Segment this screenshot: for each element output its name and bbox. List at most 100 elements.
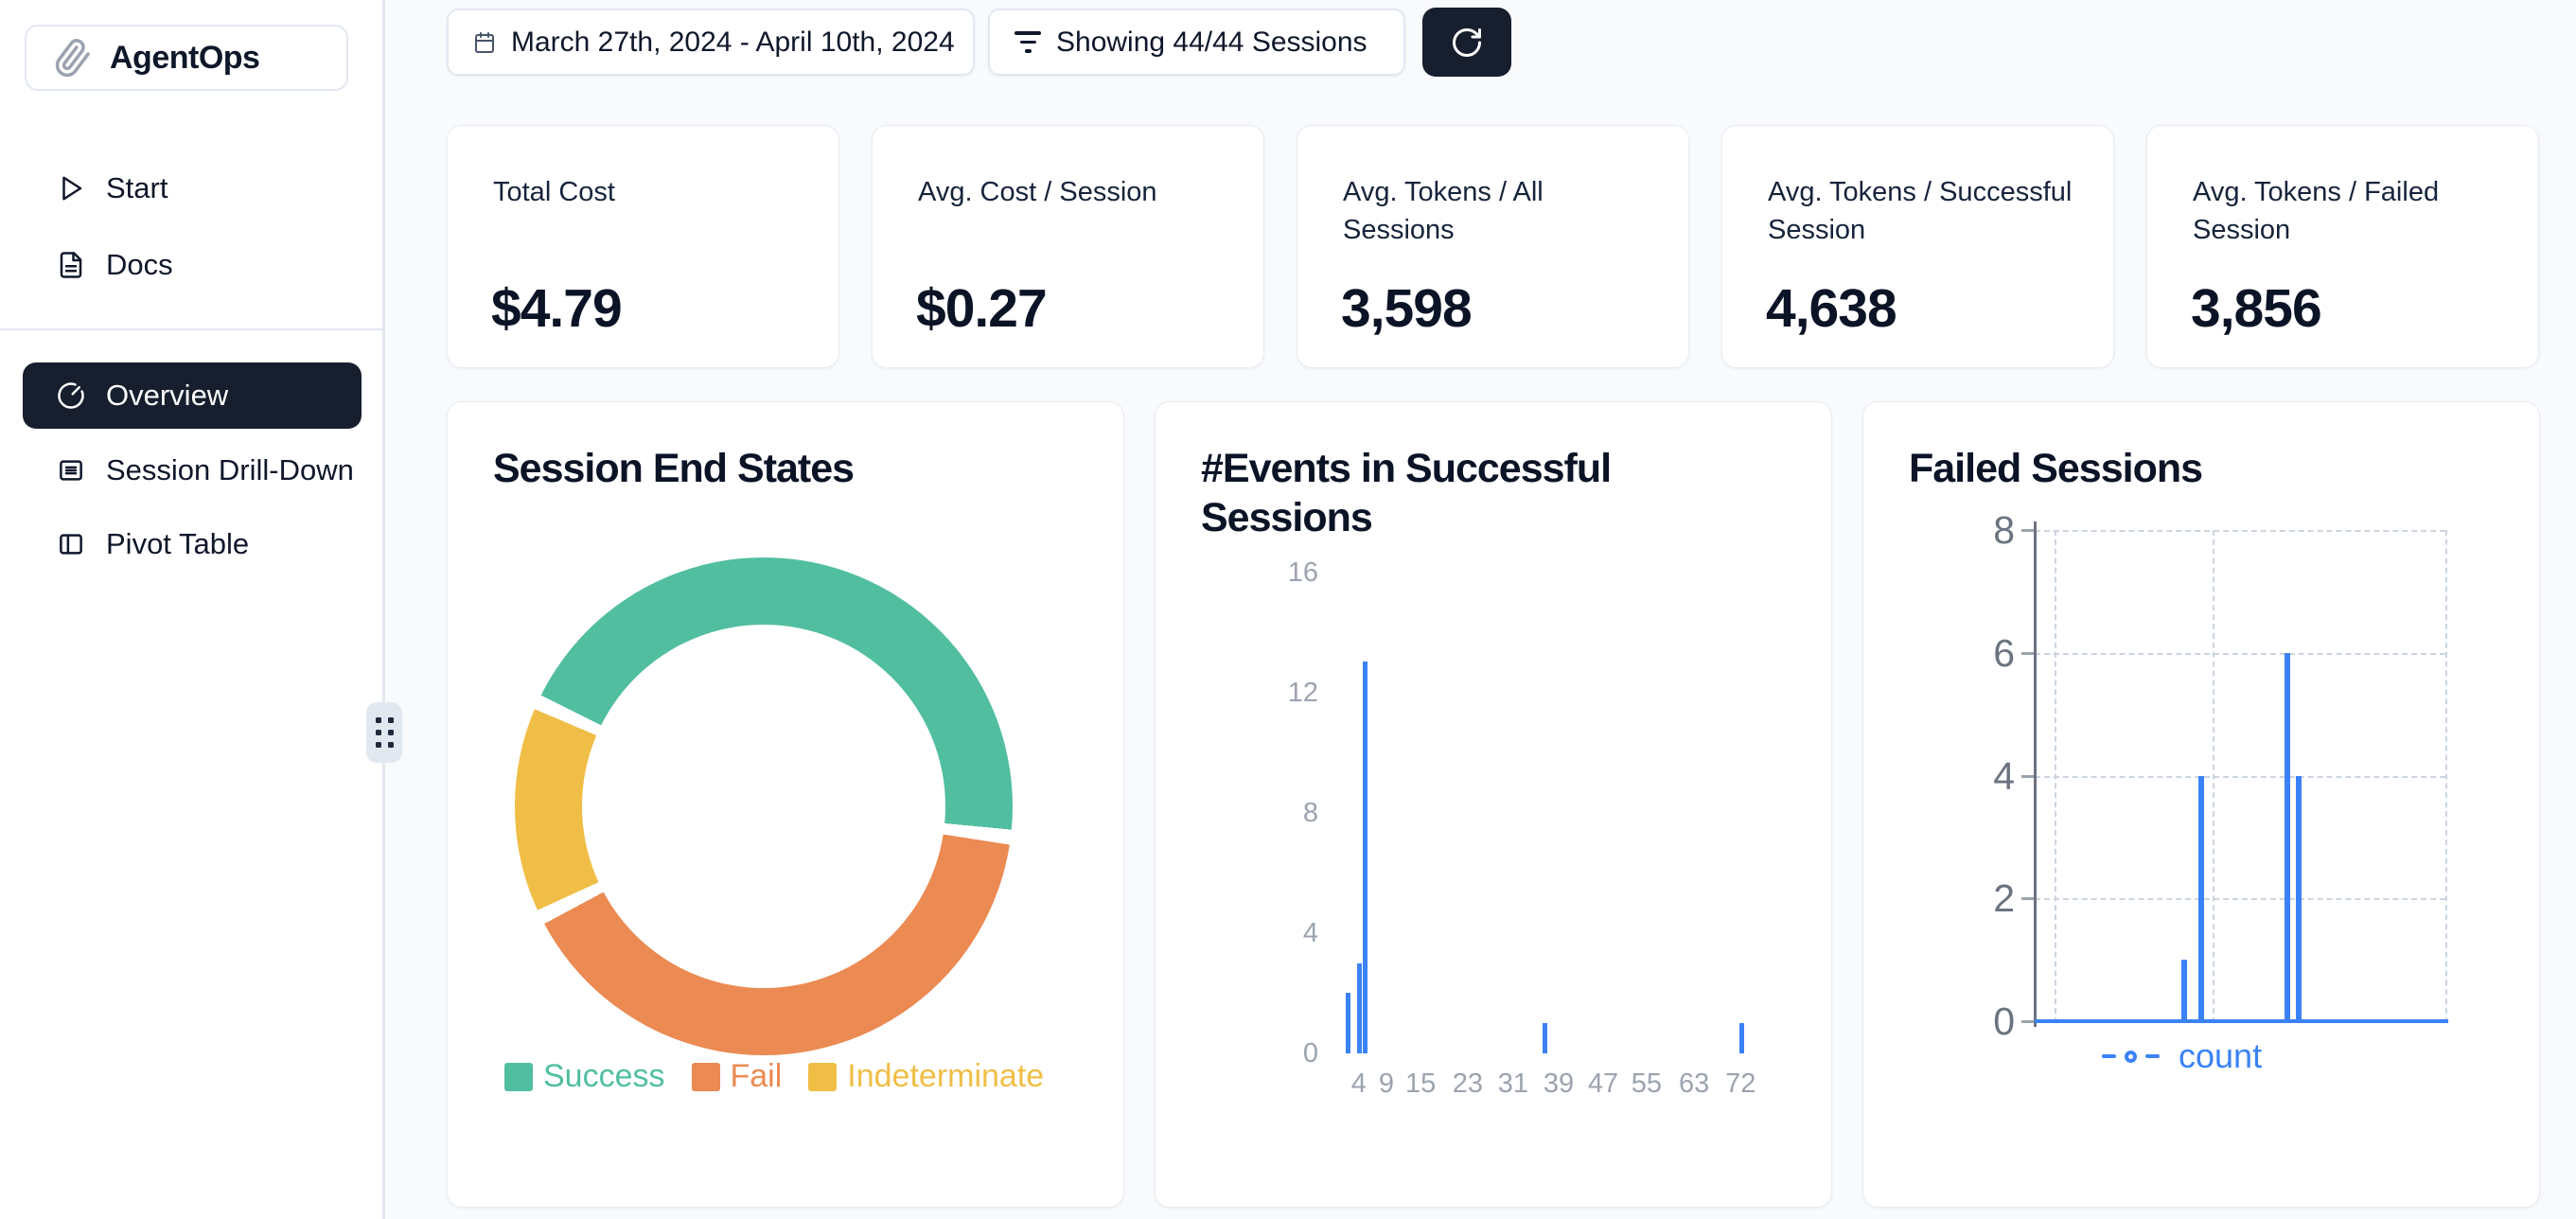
refresh-button[interactable] <box>1422 8 1511 77</box>
v-gridline <box>2055 530 2056 1023</box>
sidebar-item-session-drill-down[interactable]: Session Drill-Down <box>23 442 362 499</box>
sidebar-drag-handle[interactable] <box>366 702 402 763</box>
sidebar-item-overview[interactable]: Overview <box>23 362 362 429</box>
y-tick-label: 0 <box>1863 998 2015 1044</box>
sidebar-item-label: Session Drill-Down <box>106 453 354 487</box>
count-spike <box>2296 776 2302 1022</box>
legend-item-success[interactable]: Success <box>504 1058 665 1095</box>
x-tick-label: 9 <box>1379 1069 1394 1100</box>
h-gridline <box>2035 653 2445 655</box>
stat-label: Avg. Cost / Session <box>918 173 1229 211</box>
histogram-bar <box>1357 963 1362 1053</box>
x-tick-label: 39 <box>1544 1069 1574 1100</box>
x-tick-label: 63 <box>1679 1069 1709 1100</box>
legend-label: Indeterminate <box>847 1058 1044 1095</box>
stat-card-avg-tokens-successful: Avg. Tokens / Successful Session 4,638 <box>1721 125 2114 368</box>
y-tick-label: 16 <box>1156 556 1318 589</box>
h-gridline <box>2035 530 2445 532</box>
date-range-label: March 27th, 2024 - April 10th, 2024 <box>511 26 955 59</box>
legend-swatch <box>808 1063 837 1091</box>
y-tick-mark <box>2021 529 2034 532</box>
failed-sessions-baseline <box>2035 1019 2448 1023</box>
y-tick-label: 6 <box>1863 630 2015 676</box>
y-tick-label: 4 <box>1863 753 2015 799</box>
legend-swatch <box>692 1063 720 1091</box>
app-title: AgentOps <box>110 40 259 77</box>
x-tick-label: 47 <box>1588 1069 1618 1100</box>
sessions-filter-button[interactable]: Showing 44/44 Sessions <box>988 9 1405 76</box>
date-range-picker[interactable]: March 27th, 2024 - April 10th, 2024 <box>447 9 975 76</box>
sidebar-item-docs[interactable]: Docs <box>23 237 362 293</box>
list-box-icon <box>57 456 85 485</box>
y-tick-mark <box>2021 652 2034 655</box>
histogram-bar <box>1739 1023 1744 1053</box>
file-text-icon <box>57 251 85 279</box>
sidebar-item-label: Docs <box>106 248 173 282</box>
y-tick-label: 2 <box>1863 875 2015 921</box>
stat-card-avg-cost-session: Avg. Cost / Session $0.27 <box>872 125 1264 368</box>
agentops-dashboard: AgentOps Start Docs Overview <box>0 0 2576 1219</box>
v-gridline <box>2445 530 2447 1023</box>
stat-label: Avg. Tokens / All Sessions <box>1343 173 1654 249</box>
paperclip-logo-icon <box>50 35 95 80</box>
y-tick-mark <box>2021 775 2034 778</box>
gauge-icon <box>57 381 85 410</box>
stat-value: $0.27 <box>916 277 1047 340</box>
legend-item-fail[interactable]: Fail <box>692 1058 783 1095</box>
grip-dots-icon <box>376 717 394 748</box>
x-tick-label: 55 <box>1632 1069 1662 1100</box>
sidebar-item-start[interactable]: Start <box>23 160 362 217</box>
x-tick-label: 23 <box>1453 1069 1483 1100</box>
sidebar-item-pivot-table[interactable]: Pivot Table <box>23 516 362 573</box>
count-spike <box>2181 960 2187 1021</box>
sidebar-item-label: Pivot Table <box>106 527 249 561</box>
chart-title: #Events in Successful Sessions <box>1201 444 1759 542</box>
y-tick-label: 8 <box>1863 507 2015 553</box>
chart-title: Failed Sessions <box>1909 444 2202 493</box>
chart-session-end-states: Session End States SuccessFailIndetermin… <box>447 401 1124 1208</box>
sidebar-item-label: Overview <box>106 379 228 413</box>
legend-item-indeterminate[interactable]: Indeterminate <box>808 1058 1044 1095</box>
filter-icon <box>1015 31 1041 53</box>
logo[interactable]: AgentOps <box>25 25 348 91</box>
stat-value: 3,856 <box>2191 277 2321 340</box>
legend-line-icon <box>2102 1054 2116 1059</box>
count-spike <box>2198 776 2204 1022</box>
legend-marker-icon <box>2125 1051 2137 1063</box>
stat-label: Avg. Tokens / Failed Session <box>2193 173 2504 249</box>
chart-events-in-successful-sessions: #Events in Successful Sessions 1612840 4… <box>1155 401 1832 1208</box>
count-legend-item[interactable]: count <box>2102 1036 2262 1076</box>
sidebar-divider <box>0 328 382 330</box>
failed-sessions-y-axis <box>2034 521 2037 1027</box>
stat-label: Total Cost <box>493 173 804 211</box>
calendar-icon <box>473 31 496 54</box>
histogram-bar <box>1346 993 1350 1053</box>
v-gridline <box>2213 530 2214 1023</box>
count-spike <box>2285 653 2290 1021</box>
legend-swatch <box>504 1063 533 1091</box>
donut-legend: Success Fail Indeterminate <box>504 1058 1044 1095</box>
x-tick-label: 15 <box>1405 1069 1436 1100</box>
chart-failed-sessions: Failed Sessions count 8 6 4 2 0 <box>1862 401 2540 1208</box>
y-tick-mark <box>2021 1020 2034 1023</box>
play-icon <box>57 174 85 203</box>
sidebar-item-label: Start <box>106 171 168 205</box>
stat-card-total-cost: Total Cost $4.79 <box>447 125 839 368</box>
x-tick-label: 72 <box>1725 1069 1756 1100</box>
stat-label: Avg. Tokens / Successful Session <box>1768 173 2079 249</box>
legend-label: count <box>2179 1036 2262 1076</box>
x-tick-label: 4 <box>1351 1069 1367 1100</box>
x-tick-label: 31 <box>1498 1069 1528 1100</box>
sessions-filter-label: Showing 44/44 Sessions <box>1056 26 1367 59</box>
y-tick-label: 8 <box>1156 797 1318 829</box>
legend-line-icon <box>2145 1054 2160 1059</box>
y-tick-mark <box>2021 897 2034 900</box>
panel-left-icon <box>57 530 85 558</box>
stat-value: 4,638 <box>1766 277 1897 340</box>
legend-label: Fail <box>731 1058 783 1095</box>
refresh-icon <box>1450 26 1484 60</box>
histogram-bars <box>1335 572 1846 1053</box>
sidebar: AgentOps Start Docs Overview <box>0 0 382 1219</box>
histogram-bar <box>1543 1023 1547 1053</box>
stat-value: $4.79 <box>491 277 622 340</box>
